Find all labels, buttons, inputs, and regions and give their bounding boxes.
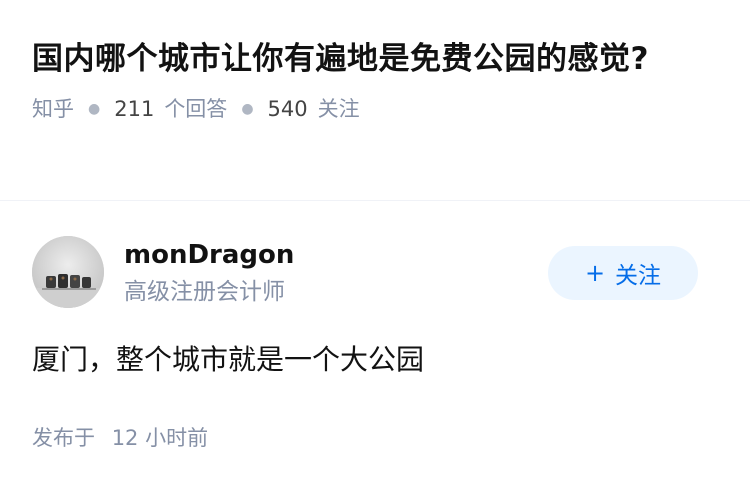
avatar[interactable] bbox=[32, 236, 104, 308]
follow-button[interactable]: + 关注 bbox=[548, 246, 698, 300]
timestamp-prefix: 发布于 bbox=[32, 426, 95, 450]
author-headline: 高级注册会计师 bbox=[124, 279, 285, 305]
follower-count-unit: 关注 bbox=[317, 97, 360, 121]
timestamp-value: 12 小时前 bbox=[111, 426, 209, 450]
question-header: 国内哪个城市让你有遍地是免费公园的感觉? 知乎 ● 211 个回答 ● 540 … bbox=[32, 34, 718, 124]
plus-icon: + bbox=[584, 259, 606, 287]
follower-count: 540 bbox=[267, 97, 308, 121]
avatar-image bbox=[32, 236, 104, 308]
source-label[interactable]: 知乎 bbox=[32, 94, 74, 124]
question-meta: 知乎 ● 211 个回答 ● 540 关注 bbox=[32, 94, 718, 124]
answer-timestamp: 发布于 12 小时前 bbox=[32, 423, 208, 453]
section-divider bbox=[0, 200, 750, 201]
question-title[interactable]: 国内哪个城市让你有遍地是免费公园的感觉? bbox=[32, 34, 718, 84]
author-name[interactable]: monDragon bbox=[124, 238, 294, 272]
answer-count-unit: 个回答 bbox=[164, 97, 228, 121]
answer-page: 国内哪个城市让你有遍地是免费公园的感觉? 知乎 ● 211 个回答 ● 540 … bbox=[0, 0, 750, 490]
answer-content[interactable]: 厦门，整个城市就是一个大公园 bbox=[32, 340, 424, 380]
meta-separator: ● bbox=[241, 101, 254, 117]
author-row: monDragon 高级注册会计师 + 关注 bbox=[32, 236, 718, 308]
meta-separator: ● bbox=[88, 101, 101, 117]
answer-count: 211 bbox=[114, 97, 155, 121]
follow-button-label: 关注 bbox=[615, 263, 662, 289]
